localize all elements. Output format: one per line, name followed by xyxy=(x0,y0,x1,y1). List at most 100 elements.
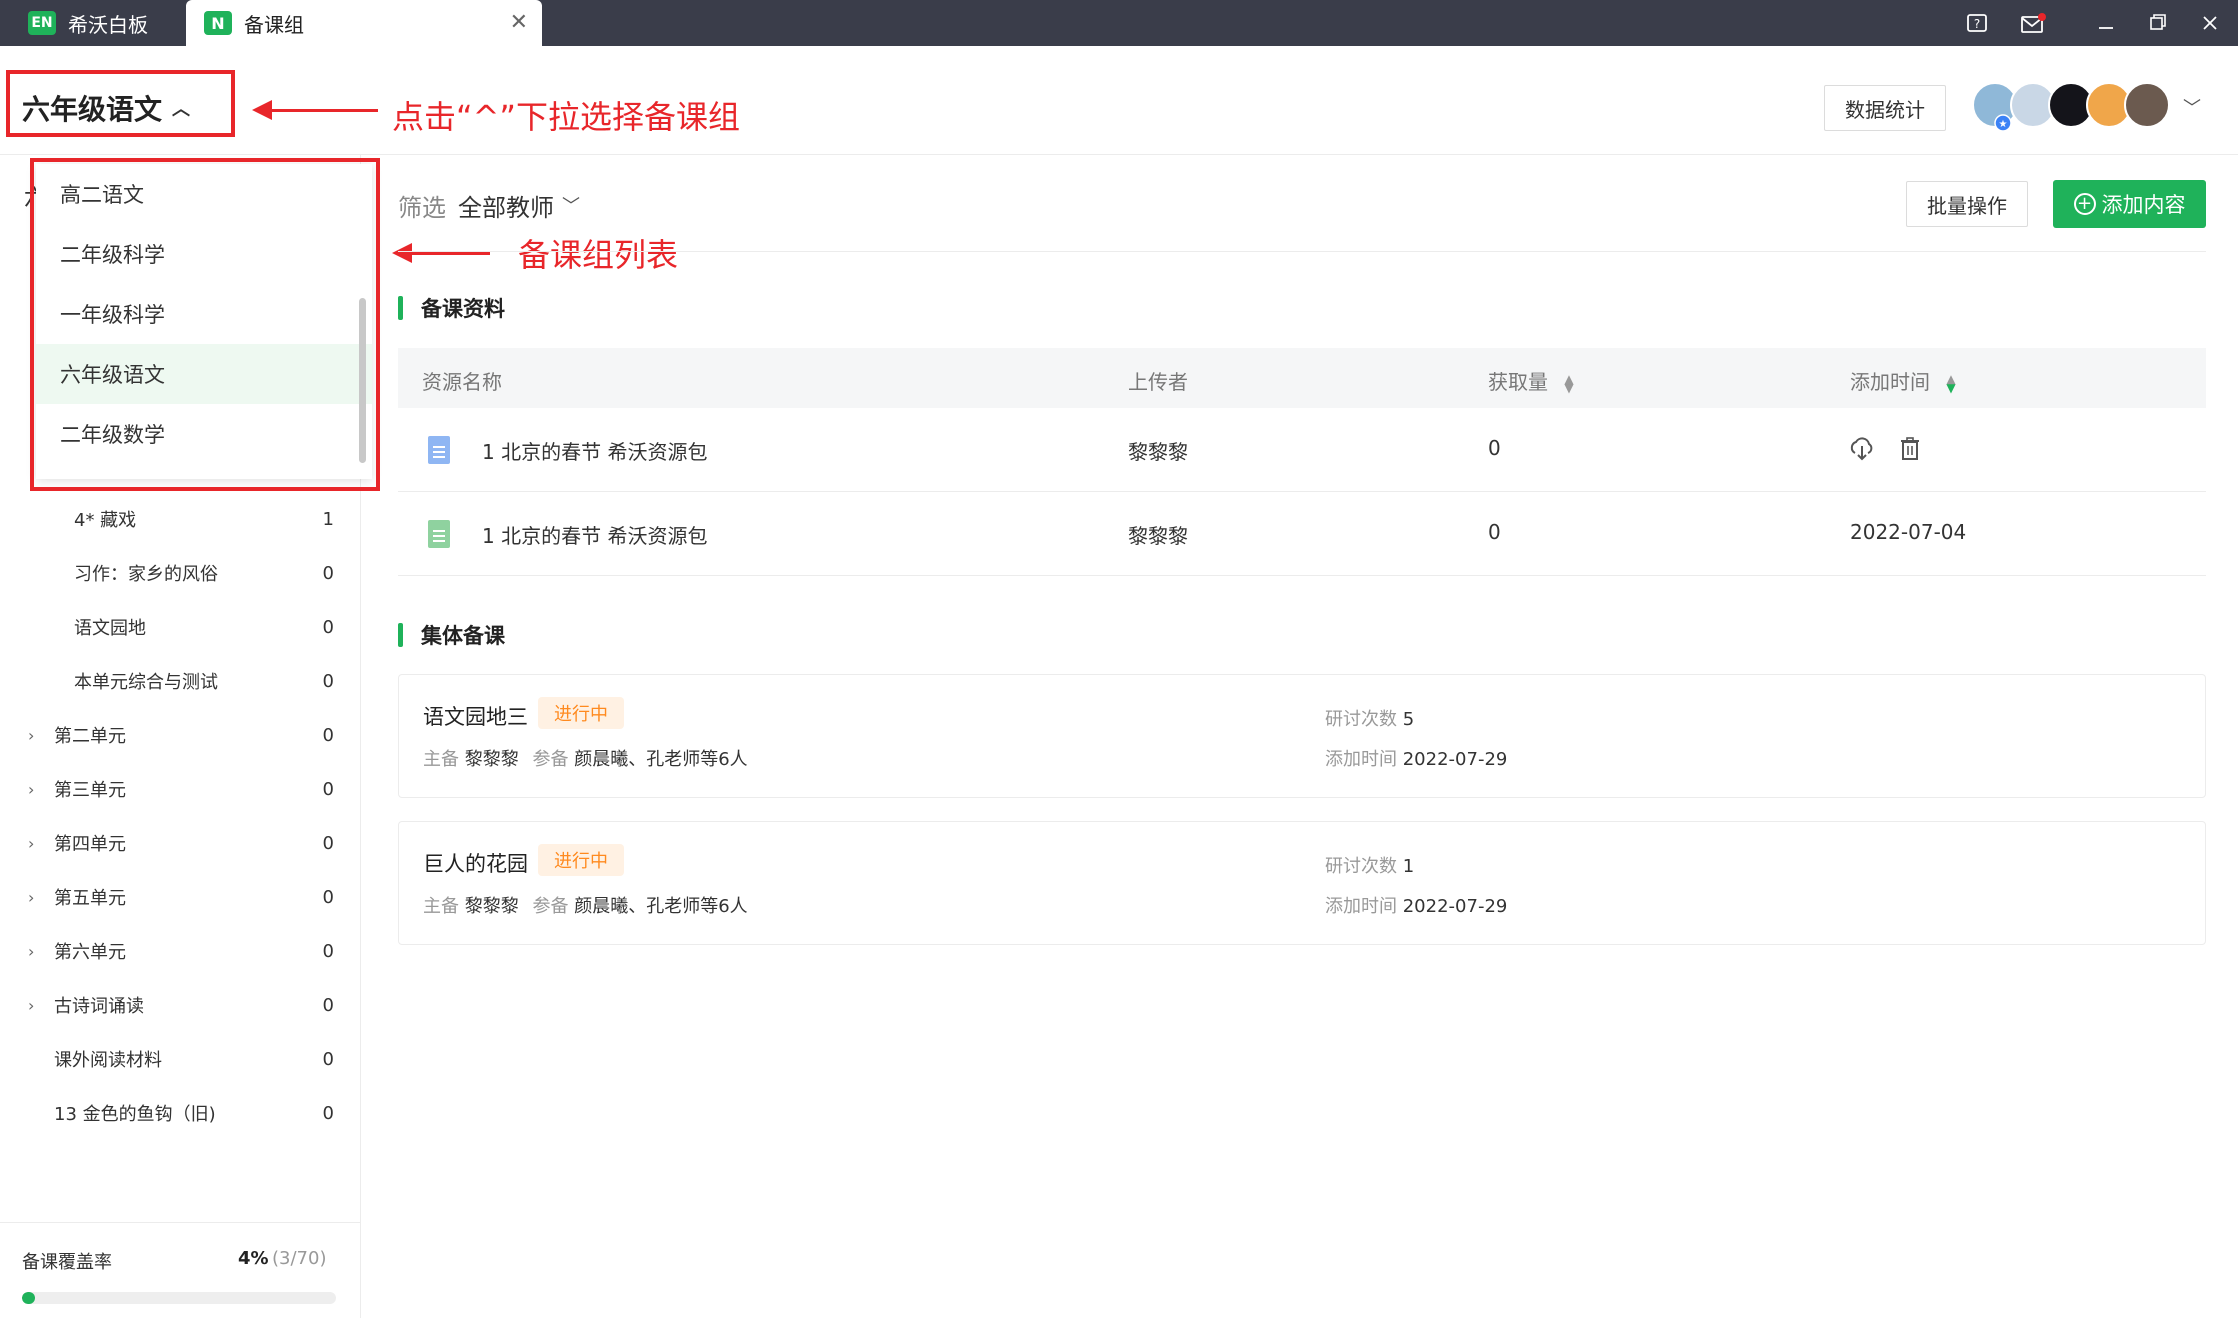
tab-seewo-whiteboard[interactable]: EN 希沃白板 xyxy=(0,0,183,46)
tree-item-label: 古诗词诵读 xyxy=(54,996,144,1017)
tree-item-label: 语文园地 xyxy=(74,618,146,639)
title-bar: EN 希沃白板 N 备课组 ✕ ? xyxy=(0,0,2238,46)
sort-icon[interactable]: ▲ ▼ xyxy=(1946,373,1955,394)
collective-prep-card[interactable]: 语文园地三 进行中 主备 黎黎黎 参备 颜晨曦、孔老师等6人 研讨次数 5 添加… xyxy=(398,674,2206,798)
coverage-divider xyxy=(0,1222,360,1223)
resource-uploader: 黎黎黎 xyxy=(1128,524,1188,548)
added-label: 添加时间 xyxy=(1325,896,1397,917)
tree-item-count: 0 xyxy=(322,562,334,584)
tree-item-label: 习作：家乡的风俗 xyxy=(74,564,218,585)
column-header-uploader: 上传者 xyxy=(1128,370,1188,394)
annotation-text-list: 备课组列表 xyxy=(518,236,679,274)
mail-icon[interactable] xyxy=(2020,13,2046,35)
sessions-label: 研讨次数 xyxy=(1325,856,1397,877)
help-icon[interactable]: ? xyxy=(1966,13,1988,35)
resource-name[interactable]: 1 北京的春节 希沃资源包 xyxy=(482,520,707,549)
chevron-down-icon[interactable]: ﹀ xyxy=(562,192,580,218)
tree-item-count: 0 xyxy=(322,1048,334,1070)
tree-item-label: 课外阅读材料 xyxy=(54,1050,162,1071)
tree-item-unit[interactable]: › 第六单元 0 xyxy=(0,932,340,970)
annotation-box-selector xyxy=(6,70,235,137)
added-label: 添加时间 xyxy=(1325,749,1397,770)
tree-item-unit[interactable]: › 第五单元 0 xyxy=(0,878,340,916)
status-badge: 进行中 xyxy=(538,697,624,729)
tree-item-count: 1 xyxy=(322,508,334,530)
coverage-label: 备课覆盖率 xyxy=(22,1252,112,1273)
chevron-right-icon[interactable]: › xyxy=(28,888,34,907)
tree-item-unit[interactable]: › 第四单元 0 xyxy=(0,824,340,862)
tree-item-lesson[interactable]: 4* 藏戏 1 xyxy=(0,500,340,538)
added-date: 2022-07-29 xyxy=(1402,896,1508,917)
chevron-right-icon[interactable]: › xyxy=(28,996,34,1015)
tab-lesson-group[interactable]: N 备课组 ✕ xyxy=(186,0,542,46)
trash-icon[interactable] xyxy=(1898,436,1922,462)
tree-item-label: 本单元综合与测试 xyxy=(74,672,218,693)
seewo-app-logo-icon: EN xyxy=(28,11,56,35)
tree-item-unit[interactable]: › 第三单元 0 xyxy=(0,770,340,808)
tree-item-label: 4* 藏戏 xyxy=(74,510,137,531)
host-name: 黎黎黎 xyxy=(464,896,519,917)
card-added-time: 添加时间 2022-07-29 xyxy=(1325,892,1507,918)
tree-item-lesson[interactable]: 习作：家乡的风俗 0 xyxy=(0,554,340,592)
tree-item-label: 第三单元 xyxy=(54,780,126,801)
teacher-filter-select[interactable]: 全部教师 xyxy=(458,188,554,223)
courseware-file-icon xyxy=(428,436,450,464)
tree-item-label: 第五单元 xyxy=(54,888,126,909)
sessions-label: 研讨次数 xyxy=(1325,709,1397,730)
collective-prep-card[interactable]: 巨人的花园 进行中 主备 黎黎黎 参备 颜晨曦、孔老师等6人 研讨次数 1 添加… xyxy=(398,821,2206,945)
chevron-right-icon[interactable]: › xyxy=(28,726,34,745)
tree-item-unit[interactable]: › 第二单元 0 xyxy=(0,716,340,754)
admin-star-badge-icon: ★ xyxy=(1994,114,2012,132)
table-row[interactable]: 1 北京的春节 希沃资源包 黎黎黎 0 xyxy=(398,408,2206,492)
tree-item-lesson[interactable]: 语文园地 0 xyxy=(0,608,340,646)
host-label: 主备 xyxy=(423,896,459,917)
chevron-right-icon[interactable]: › xyxy=(28,834,34,853)
tab-label: 希沃白板 xyxy=(68,12,148,37)
column-header-time[interactable]: 添加时间 ▲ ▼ xyxy=(1850,366,1956,395)
main-divider xyxy=(398,251,2206,252)
tree-item-unit[interactable]: 13 金色的鱼钩（旧) 0 xyxy=(0,1094,340,1132)
members-names: 颜晨曦、孔老师等6人 xyxy=(574,896,748,917)
table-row[interactable]: 1 北京的春节 希沃资源包 黎黎黎 0 2022-07-04 xyxy=(398,492,2206,576)
column-header-label: 添加时间 xyxy=(1850,370,1930,394)
card-title[interactable]: 巨人的花园 xyxy=(423,848,528,878)
batch-operation-button[interactable]: 批量操作 xyxy=(1906,181,2028,227)
coverage-fraction: (3/70) xyxy=(272,1248,327,1269)
tree-item-lesson[interactable]: 本单元综合与测试 0 xyxy=(0,662,340,700)
card-title[interactable]: 语文园地三 xyxy=(423,701,528,731)
tree-item-count: 0 xyxy=(322,724,334,746)
coverage-percent: 4% xyxy=(238,1248,269,1269)
card-added-time: 添加时间 2022-07-29 xyxy=(1325,745,1507,771)
status-badge: 进行中 xyxy=(538,844,624,876)
data-stats-button[interactable]: 数据统计 xyxy=(1824,85,1946,131)
tree-item-count: 0 xyxy=(322,616,334,638)
section-accent-bar xyxy=(398,296,403,320)
tab-label: 备课组 xyxy=(244,12,304,37)
column-header-name: 资源名称 xyxy=(422,370,502,394)
svg-text:?: ? xyxy=(1974,17,1980,31)
avatar[interactable] xyxy=(2124,82,2170,128)
resource-name[interactable]: 1 北京的春节 希沃资源包 xyxy=(482,436,707,465)
close-tab-icon[interactable]: ✕ xyxy=(510,10,528,35)
minimize-icon[interactable] xyxy=(2096,14,2116,34)
chevron-right-icon[interactable]: › xyxy=(28,780,34,799)
host-label: 主备 xyxy=(423,749,459,770)
chevron-right-icon[interactable]: › xyxy=(28,942,34,961)
add-content-button[interactable]: + 添加内容 xyxy=(2053,180,2206,228)
tree-item-count: 0 xyxy=(322,778,334,800)
annotation-arrow-head xyxy=(392,243,412,263)
restore-icon[interactable] xyxy=(2148,12,2168,32)
section-title-text: 备课资料 xyxy=(421,297,505,321)
resource-count: 0 xyxy=(1488,520,1501,544)
column-header-count[interactable]: 获取量 ▲ ▼ xyxy=(1488,366,1574,395)
tree-item-unit[interactable]: 课外阅读材料 0 xyxy=(0,1040,340,1078)
tree-item-label: 13 金色的鱼钩（旧) xyxy=(54,1104,216,1125)
card-sessions: 研讨次数 1 xyxy=(1325,852,1414,878)
cloud-download-icon[interactable] xyxy=(1848,434,1876,462)
chevron-down-icon[interactable]: ﹀ xyxy=(2183,94,2201,120)
tree-item-count: 0 xyxy=(322,994,334,1016)
tree-item-unit[interactable]: › 古诗词诵读 0 xyxy=(0,986,340,1024)
sort-icon[interactable]: ▲ ▼ xyxy=(1564,373,1573,394)
sessions-count: 1 xyxy=(1402,856,1415,877)
close-window-icon[interactable] xyxy=(2200,13,2220,33)
